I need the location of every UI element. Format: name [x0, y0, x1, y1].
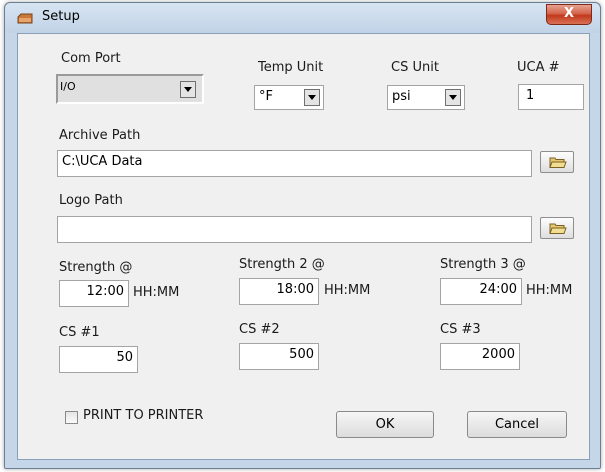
- folder-icon: [549, 157, 567, 168]
- com-port-value: I/O: [60, 80, 76, 93]
- window-title: Setup: [42, 9, 80, 24]
- dialog-body: Com Port I/O Temp Unit °F CS Unit psi UC…: [17, 33, 590, 460]
- com-port-select[interactable]: I/O: [56, 74, 204, 104]
- window-icon: [17, 13, 33, 24]
- strength2-time-input[interactable]: 18:00: [239, 278, 319, 305]
- logo-path-label: Logo Path: [59, 193, 123, 208]
- logo-path-input[interactable]: [57, 216, 532, 243]
- temp-unit-label: Temp Unit: [258, 60, 324, 75]
- strength3-label: Strength 3 @: [440, 257, 526, 272]
- com-port-label: Com Port: [61, 51, 121, 66]
- close-button[interactable]: X: [546, 4, 592, 25]
- archive-browse-button[interactable]: [540, 151, 574, 173]
- chevron-down-icon[interactable]: [304, 89, 320, 106]
- cs1-label: CS #1: [59, 325, 100, 340]
- cs1-input[interactable]: 50: [59, 346, 138, 373]
- strength3-time-input[interactable]: 24:00: [440, 278, 522, 305]
- strength1-time-input[interactable]: 12:00: [59, 280, 129, 307]
- cs2-input[interactable]: 500: [239, 343, 319, 370]
- strength2-label: Strength 2 @: [239, 257, 325, 272]
- strength2-unit: HH:MM: [324, 283, 371, 298]
- folder-icon: [549, 223, 567, 234]
- title-bar[interactable]: Setup X: [5, 3, 600, 33]
- cs-unit-value: psi: [392, 89, 411, 104]
- temp-unit-select[interactable]: °F: [254, 85, 324, 110]
- print-to-printer-checkbox[interactable]: [65, 411, 78, 424]
- cs3-input[interactable]: 2000: [440, 343, 520, 370]
- chevron-down-icon[interactable]: [180, 81, 196, 98]
- archive-path-input[interactable]: C:\UCA Data: [57, 150, 532, 177]
- temp-unit-value: °F: [259, 89, 273, 104]
- cs2-label: CS #2: [239, 322, 280, 337]
- ok-button[interactable]: OK: [336, 411, 434, 438]
- com-port-value-text: I/O: [60, 80, 76, 93]
- archive-path-label: Archive Path: [59, 128, 141, 143]
- strength1-label: Strength @: [59, 260, 133, 275]
- cancel-button[interactable]: Cancel: [467, 411, 567, 438]
- strength1-unit: HH:MM: [133, 285, 180, 300]
- close-icon: X: [563, 6, 575, 21]
- setup-dialog: Setup X Com Port I/O Temp Unit °F CS Uni…: [4, 2, 601, 469]
- cs-unit-label: CS Unit: [391, 60, 439, 75]
- cs-unit-select[interactable]: psi: [387, 85, 465, 110]
- uca-input[interactable]: 1: [518, 84, 584, 110]
- chevron-down-icon[interactable]: [445, 89, 461, 106]
- print-to-printer-label[interactable]: PRINT TO PRINTER: [83, 408, 203, 423]
- strength3-unit: HH:MM: [526, 283, 573, 298]
- logo-browse-button[interactable]: [540, 217, 574, 239]
- cs3-label: CS #3: [440, 322, 481, 337]
- uca-label: UCA #: [517, 60, 560, 75]
